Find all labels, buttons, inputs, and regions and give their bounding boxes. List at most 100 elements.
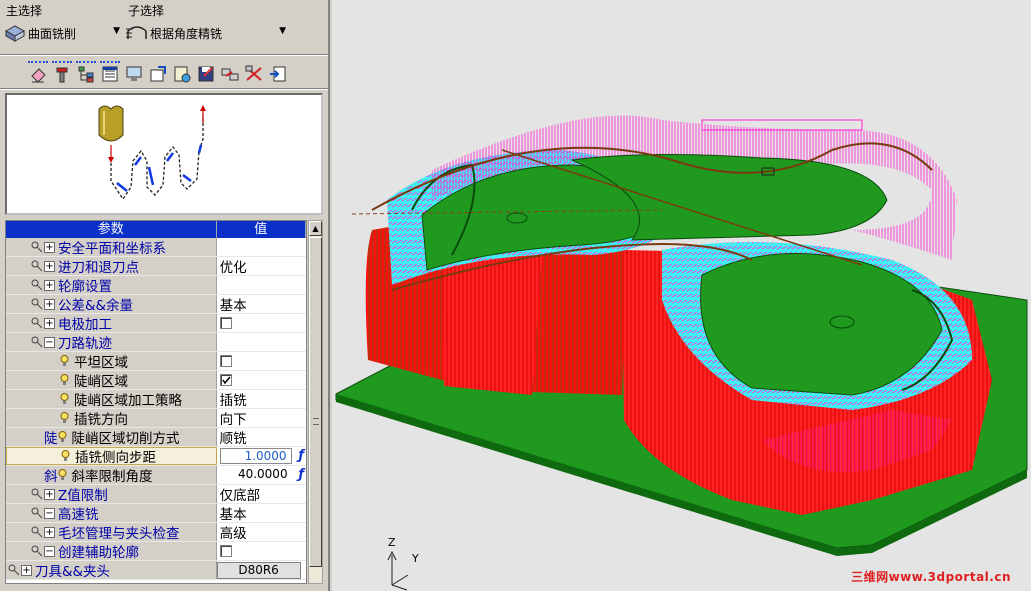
table-row[interactable]: + 刀具&&夹头 D80R6 [6, 561, 306, 580]
transfer-icon[interactable] [220, 64, 240, 84]
tree-icon[interactable] [76, 61, 96, 84]
divider [0, 54, 328, 56]
import-icon[interactable] [268, 64, 288, 84]
table-row[interactable]: 陡峭区域加工策略 插铣 [6, 390, 306, 409]
formula-icon[interactable]: ƒ [298, 448, 304, 463]
row-value[interactable]: 插铣 [216, 390, 306, 409]
table-row[interactable]: − 刀路轨迹 [6, 333, 306, 352]
formula-icon[interactable]: ƒ [298, 467, 304, 482]
row-value[interactable]: 仅底部 [216, 485, 306, 504]
row-label: 刀具&&夹头 [35, 564, 111, 580]
row-value [216, 238, 306, 256]
main-select-value: 曲面铣削 [28, 26, 77, 41]
bulb-icon [60, 393, 69, 405]
table-row[interactable]: 平坦区域 [6, 352, 306, 371]
report-icon[interactable] [172, 64, 192, 84]
expand-icon[interactable]: + [44, 317, 55, 329]
column-header-value: 值 [217, 221, 306, 238]
axis-y-label: Y [412, 552, 419, 565]
scroll-up-icon[interactable]: ▲ [309, 221, 322, 236]
electrode-checkbox[interactable] [219, 317, 232, 329]
chevron-down-icon: ▼ [279, 26, 286, 36]
3d-viewport[interactable]: Z Y 三维网www.3dportal.cn [332, 0, 1031, 591]
table-row[interactable]: 插铣方向 向下 [6, 409, 306, 428]
table-row[interactable]: 插铣侧向步距 1.0000 ƒ [6, 447, 306, 466]
table-row[interactable]: − 创建辅助轮廓 [6, 542, 306, 561]
main-select-combo[interactable]: 曲面铣削 ▼ [4, 22, 120, 44]
row-label: 平坦区域 [74, 355, 128, 371]
row-value[interactable]: 基本 [216, 504, 306, 523]
table-row[interactable]: + 公差&&余量 基本 [6, 295, 306, 314]
flow-icon[interactable] [244, 64, 264, 84]
save-icon[interactable] [196, 64, 216, 84]
strategy-preview [5, 93, 323, 215]
monitor-icon[interactable] [124, 64, 144, 84]
steep-area-checkbox[interactable] [219, 374, 232, 386]
tool-icon[interactable] [52, 61, 72, 84]
side-step-input[interactable]: 1.0000 [219, 448, 292, 464]
scrollbar[interactable]: ▲ [308, 220, 323, 584]
table-row[interactable]: + 轮廓设置 [6, 276, 306, 295]
bulb-icon [60, 412, 69, 424]
list-icon[interactable] [100, 61, 120, 84]
row-value[interactable]: 向下 [216, 409, 306, 428]
row-label: 插铣侧向步距 [75, 450, 156, 466]
table-row[interactable]: 斜斜率限制角度 40.0000 ƒ [6, 466, 306, 485]
main-select-label: 主选择 [6, 4, 43, 18]
key-icon [31, 526, 43, 538]
row-label: 轮廓设置 [58, 279, 112, 295]
table-row[interactable]: + 电极加工 [6, 314, 306, 333]
expand-icon[interactable]: + [44, 298, 55, 310]
collapse-icon[interactable]: − [44, 336, 55, 348]
row-prefix: 斜 [44, 469, 58, 485]
row-value[interactable]: 顺铣 [216, 428, 306, 447]
bulb-icon [60, 355, 69, 367]
table-row[interactable]: 陡峭区域 [6, 371, 306, 390]
flat-area-checkbox[interactable] [219, 355, 232, 367]
sub-select-combo[interactable]: 根据角度精铣 ▼ [126, 22, 286, 44]
eraser-icon[interactable] [28, 61, 48, 84]
key-icon [31, 317, 43, 329]
row-label: 刀路轨迹 [58, 336, 112, 352]
table-row[interactable]: + 进刀和退刀点 优化 [6, 257, 306, 276]
key-icon [31, 545, 43, 557]
bulb-icon [58, 431, 67, 443]
row-value[interactable]: 优化 [216, 257, 306, 276]
parameter-table: 参数 值 + 安全平面和坐标系 + 进刀和退刀点 优化 + 轮廓设置 + 公差&&余量 … [5, 220, 307, 584]
watermark: 三维网www.3dportal.cn [851, 570, 1011, 584]
table-row[interactable]: + Z值限制 仅底部 [6, 485, 306, 504]
expand-icon[interactable]: + [44, 488, 55, 500]
table-row[interactable]: + 安全平面和坐标系 [6, 238, 306, 257]
expand-icon[interactable]: + [21, 564, 32, 576]
row-label: 陡峭区域 [74, 374, 128, 390]
key-icon [31, 260, 43, 272]
key-icon [31, 241, 43, 253]
row-value[interactable]: 基本 [216, 295, 306, 314]
scroll-thumb[interactable] [309, 237, 322, 567]
aux-contour-checkbox[interactable] [219, 545, 232, 557]
collapse-icon[interactable]: − [44, 545, 55, 557]
export-icon[interactable] [148, 64, 168, 84]
key-icon [31, 488, 43, 500]
row-label: 公差&&余量 [58, 298, 134, 314]
angle-finish-icon [126, 23, 148, 43]
collapse-icon[interactable]: − [44, 507, 55, 519]
expand-icon[interactable]: + [44, 279, 55, 291]
row-label: 陡峭区域切削方式 [71, 431, 180, 447]
row-value[interactable]: 高级 [216, 523, 306, 542]
table-row[interactable]: 陡陡峭区域切削方式 顺铣 [6, 428, 306, 447]
sub-select-label: 子选择 [128, 4, 165, 18]
toolbar [28, 61, 288, 84]
row-value [216, 333, 306, 351]
expand-icon[interactable]: + [44, 260, 55, 272]
expand-icon[interactable]: + [44, 241, 55, 253]
tool-select-button[interactable]: D80R6 [216, 561, 301, 579]
expand-icon[interactable]: + [44, 526, 55, 538]
table-row[interactable]: − 高速铣 基本 [6, 504, 306, 523]
axis-z-label: Z [388, 536, 396, 549]
table-row[interactable]: + 毛坯管理与夹头检查 高级 [6, 523, 306, 542]
axis-triad [387, 550, 409, 591]
row-label: 进刀和退刀点 [58, 260, 139, 276]
table-header: 参数 值 [6, 221, 306, 238]
slope-angle-input[interactable]: 40.0000 [220, 467, 292, 483]
